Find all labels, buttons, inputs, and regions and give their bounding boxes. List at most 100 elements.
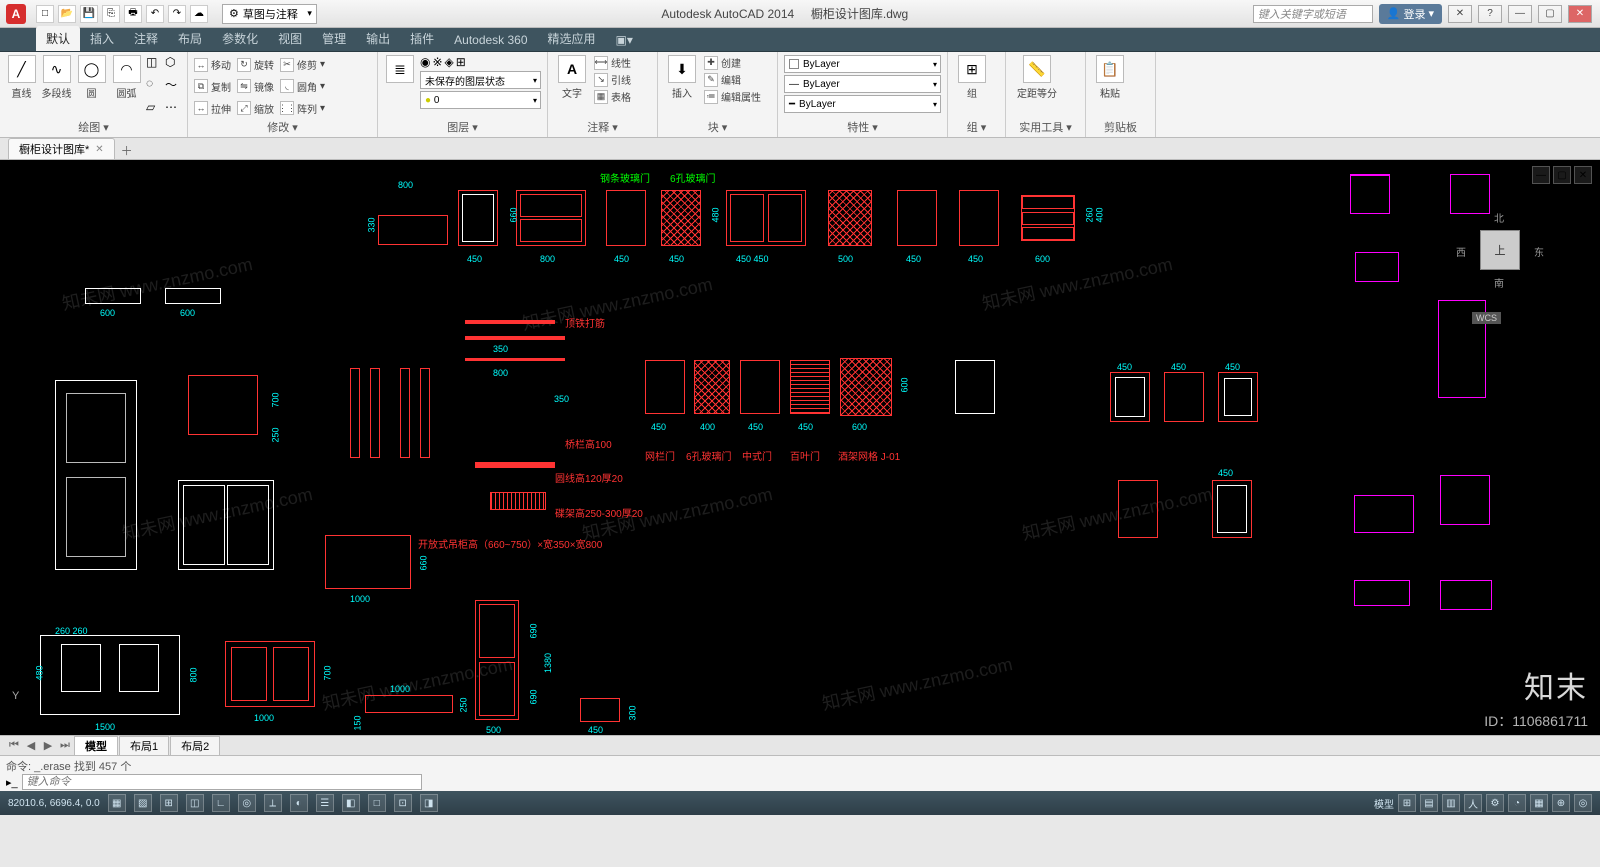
group-button[interactable]: ⊞组 <box>954 55 990 118</box>
qat-cloud-icon[interactable]: ☁ <box>190 5 208 23</box>
linetype-dropdown[interactable]: —ByLayer <box>784 75 941 93</box>
tab-default[interactable]: 默认 <box>36 26 80 51</box>
panel-block-title[interactable]: 块 ▾ <box>664 118 771 137</box>
layer-properties-button[interactable]: ≣ <box>384 55 416 109</box>
viewcube-wcs[interactable]: WCS <box>1472 312 1501 324</box>
file-tab-active[interactable]: 橱柜设计图库* ✕ <box>8 138 115 159</box>
status-polar-icon[interactable]: ◫ <box>186 794 204 812</box>
layer-state-dropdown[interactable]: 未保存的图层状态 <box>420 71 541 89</box>
tab-featured[interactable]: 精选应用 <box>538 26 606 51</box>
workspace-dropdown[interactable]: ⚙ 草图与注释 <box>222 4 317 24</box>
status-3dosnap-icon[interactable]: ◎ <box>238 794 256 812</box>
status-workspace-icon[interactable]: ⚙ <box>1486 794 1504 812</box>
tab-nav-prev-icon[interactable]: ◀ <box>23 739 39 752</box>
status-otrack-icon[interactable]: ⟂ <box>264 794 282 812</box>
qat-open-icon[interactable]: 📂 <box>58 5 76 23</box>
tab-manage[interactable]: 管理 <box>312 26 356 51</box>
tab-layout1[interactable]: 布局1 <box>119 736 169 756</box>
point-icon[interactable]: ⋯ <box>165 100 181 118</box>
drawing-canvas[interactable]: 知未网 www.znzmo.com 知未网 www.znzmo.com 知未网 … <box>0 160 1600 735</box>
app-logo[interactable]: A <box>6 4 26 24</box>
status-osnap-icon[interactable]: ∟ <box>212 794 230 812</box>
arc-button[interactable]: ◠圆弧 <box>111 55 142 118</box>
viewcube-west[interactable]: 西 <box>1456 244 1466 259</box>
status-sc-icon[interactable]: ◨ <box>420 794 438 812</box>
polygon-icon[interactable]: ⬡ <box>165 55 181 73</box>
layer-lock-icon[interactable]: ◈ <box>445 55 454 69</box>
help-icon[interactable]: ? <box>1478 5 1502 23</box>
viewcube-east[interactable]: 东 <box>1534 244 1544 259</box>
tab-layout[interactable]: 布局 <box>168 26 212 51</box>
layer-match-icon[interactable]: ⊞ <box>456 55 466 69</box>
tab-layout2[interactable]: 布局2 <box>170 736 220 756</box>
viewcube-face[interactable]: 上 <box>1480 230 1520 270</box>
create-block-button[interactable]: ✚创建 <box>704 55 761 70</box>
qat-redo-icon[interactable]: ↷ <box>168 5 186 23</box>
paste-button[interactable]: 📋粘贴 <box>1092 55 1128 118</box>
close-tab-icon[interactable]: ✕ <box>95 144 103 155</box>
array-button[interactable]: ⋮⋮阵列▾ <box>280 98 325 118</box>
panel-modify-title[interactable]: 修改 ▾ <box>194 118 371 137</box>
status-qp-icon[interactable]: ⊡ <box>394 794 412 812</box>
qat-undo-icon[interactable]: ↶ <box>146 5 164 23</box>
signin-button[interactable]: 👤 登录 ▾ <box>1379 4 1442 24</box>
status-lock-icon[interactable]: ◔ <box>1508 794 1526 812</box>
rectangle-icon[interactable]: ◫ <box>146 55 162 73</box>
line-button[interactable]: ╱直线 <box>6 55 37 118</box>
dimension-button[interactable]: ⟷线性 <box>594 55 631 70</box>
layer-current-dropdown[interactable]: ● 0 <box>420 91 541 109</box>
tab-parametric[interactable]: 参数化 <box>212 26 268 51</box>
exchange-icon[interactable]: ✕ <box>1448 5 1472 23</box>
circle-button[interactable]: ◯圆 <box>76 55 107 118</box>
status-lwt-icon[interactable]: ◧ <box>342 794 360 812</box>
status-grid-icon[interactable]: ▨ <box>134 794 152 812</box>
panel-props-title[interactable]: 特性 ▾ <box>784 118 941 137</box>
insert-block-button[interactable]: ⬇插入 <box>664 55 700 118</box>
window-close-button[interactable]: ✕ <box>1568 5 1592 23</box>
tab-model[interactable]: 模型 <box>74 736 118 756</box>
viewport-maximize-icon[interactable]: ▢ <box>1553 166 1571 184</box>
measure-button[interactable]: 📏定距等分 <box>1012 55 1062 118</box>
qat-save-icon[interactable]: 💾 <box>80 5 98 23</box>
viewcube[interactable]: 上 北 南 东 西 WCS <box>1460 210 1540 290</box>
window-minimize-button[interactable]: — <box>1508 5 1532 23</box>
layer-off-icon[interactable]: ◉ <box>420 55 430 69</box>
mirror-button[interactable]: ⇋镜像 <box>237 77 274 97</box>
viewport-minimize-icon[interactable]: — <box>1532 166 1550 184</box>
status-ortho-icon[interactable]: ⊞ <box>160 794 178 812</box>
help-search-input[interactable]: 键入关键字或短语 <box>1253 5 1373 23</box>
tab-view[interactable]: 视图 <box>268 26 312 51</box>
spline-icon[interactable]: ～ <box>165 76 181 97</box>
trim-button[interactable]: ✂修剪▾ <box>280 55 325 75</box>
status-quickview-icon[interactable]: ▤ <box>1420 794 1438 812</box>
tab-addins[interactable]: 插件 <box>400 26 444 51</box>
panel-group-title[interactable]: 组 ▾ <box>954 118 999 137</box>
lineweight-dropdown[interactable]: ━ByLayer <box>784 95 941 113</box>
fillet-button[interactable]: ◟圆角▾ <box>280 77 325 97</box>
status-layout-icon[interactable]: ⊞ <box>1398 794 1416 812</box>
tab-insert[interactable]: 插入 <box>80 26 124 51</box>
panel-utils-title[interactable]: 实用工具 ▾ <box>1012 118 1079 137</box>
tab-output[interactable]: 输出 <box>356 26 400 51</box>
tab-a360[interactable]: Autodesk 360 <box>444 29 537 51</box>
stretch-button[interactable]: ↔拉伸 <box>194 98 231 118</box>
edit-block-button[interactable]: ✎编辑 <box>704 72 761 87</box>
status-tpy-icon[interactable]: □ <box>368 794 386 812</box>
panel-layers-title[interactable]: 图层 ▾ <box>384 118 541 137</box>
ellipse-icon[interactable]: ◌ <box>146 76 162 97</box>
qat-plot-icon[interactable]: 🖶 <box>124 5 142 23</box>
status-dyn-icon[interactable]: ☰ <box>316 794 334 812</box>
tab-nav-first-icon[interactable]: ⏮ <box>6 739 22 752</box>
status-annotation-icon[interactable]: 人 <box>1464 794 1482 812</box>
text-button[interactable]: A文字 <box>554 55 590 118</box>
edit-attr-button[interactable]: ≔编辑属性 <box>704 89 761 104</box>
tab-nav-last-icon[interactable]: ⏭ <box>57 739 73 752</box>
tab-annotate[interactable]: 注释 <box>124 26 168 51</box>
panel-annot-title[interactable]: 注释 ▾ <box>554 118 651 137</box>
status-snap-icon[interactable]: ▦ <box>108 794 126 812</box>
status-ducs-icon[interactable]: ◐ <box>290 794 308 812</box>
tab-expand-icon[interactable]: ▣▾ <box>606 29 643 51</box>
status-hardware-icon[interactable]: ▦ <box>1530 794 1548 812</box>
table-button[interactable]: ▦表格 <box>594 89 631 104</box>
move-button[interactable]: ↔移动 <box>194 55 231 75</box>
